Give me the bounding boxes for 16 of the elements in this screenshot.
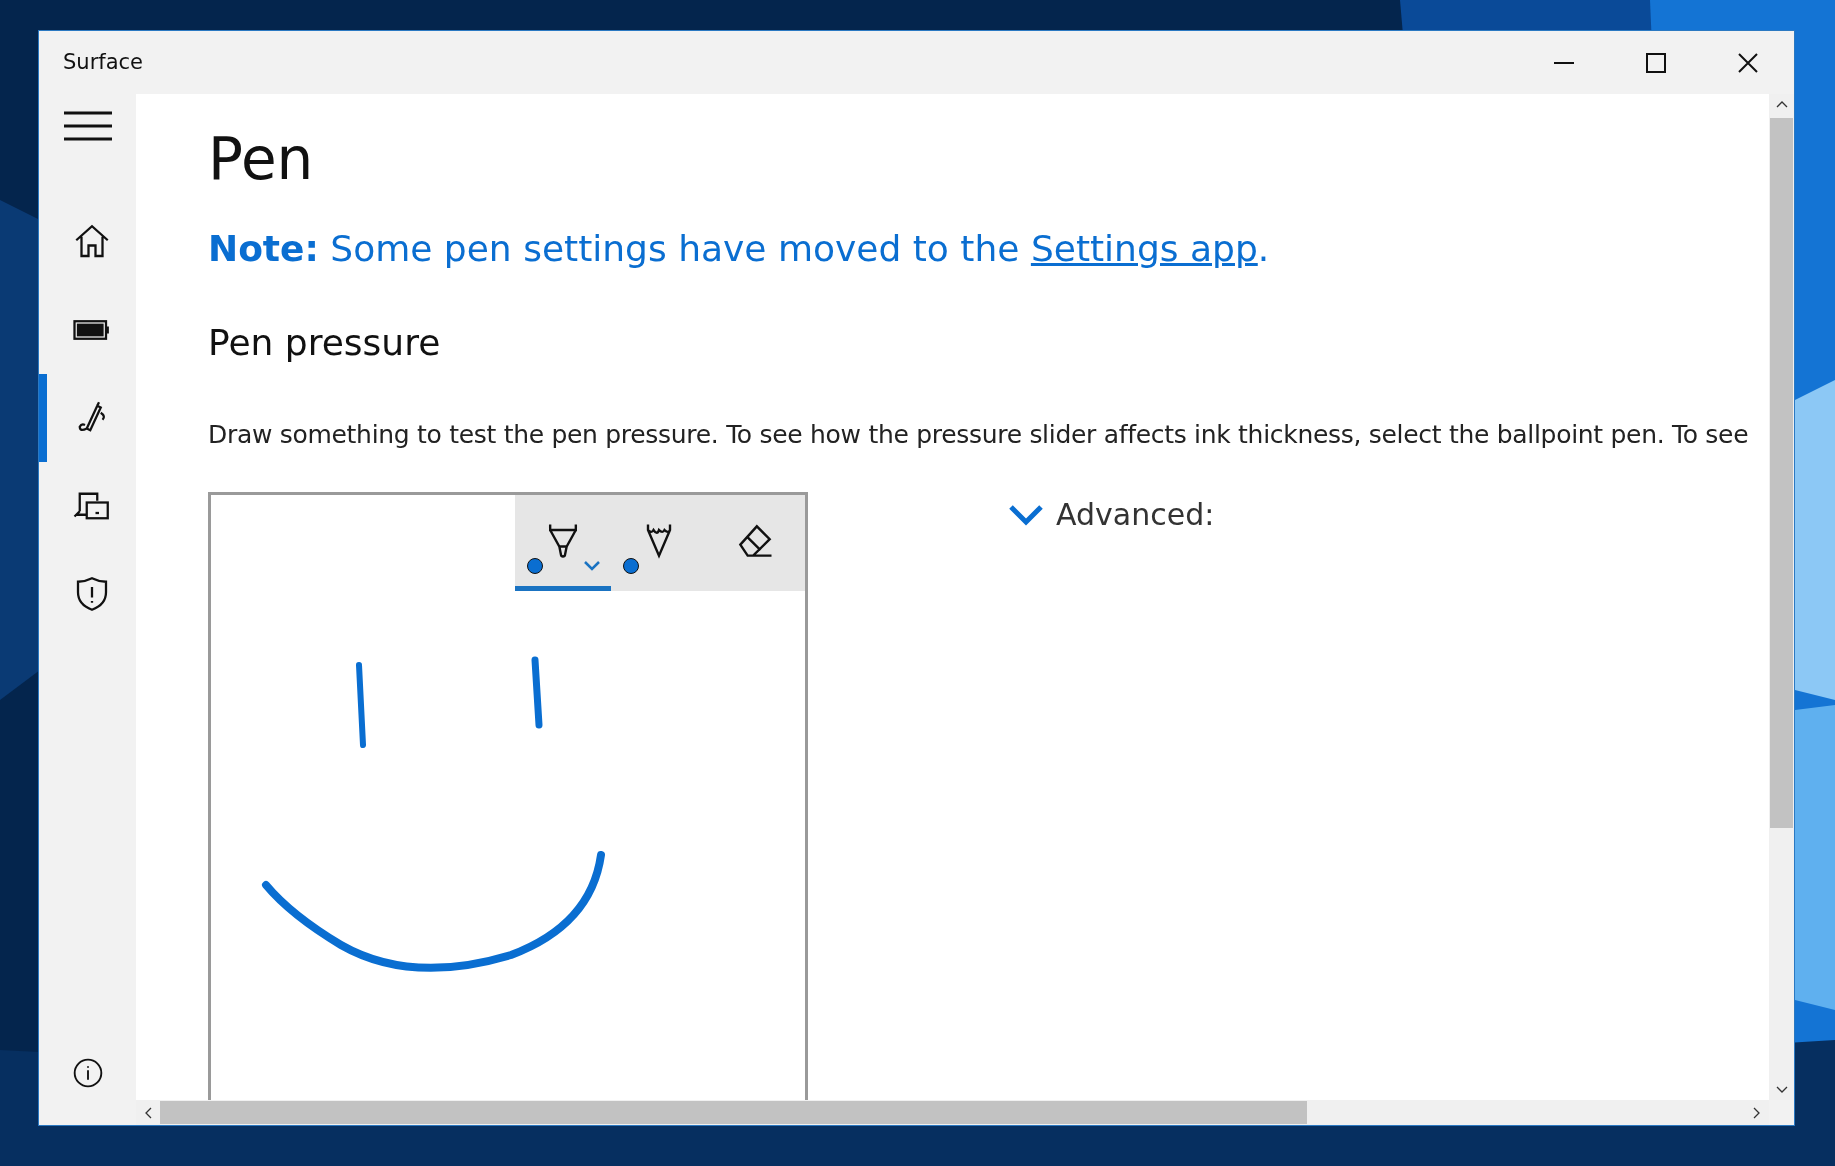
maximize-icon bbox=[1645, 51, 1667, 74]
settings-note: Note: Some pen settings have moved to the Settings app. bbox=[208, 227, 1271, 271]
settings-app-link[interactable]: Settings app bbox=[1030, 228, 1258, 269]
section-heading: Pen pressure bbox=[208, 321, 442, 365]
window-title: Surface bbox=[63, 48, 143, 76]
menu-icon bbox=[63, 111, 112, 141]
chevron-icon bbox=[1008, 502, 1044, 527]
scrollbar-thumb[interactable] bbox=[160, 1101, 1307, 1124]
minimize-icon bbox=[1553, 61, 1575, 64]
advanced-toggle[interactable]: Advanced: bbox=[1008, 492, 1215, 537]
description-text: Draw something to test the pen pressure. To see how the pressure slider affects ink thickness, select the ballpoint pen. To see bbox=[208, 419, 1750, 451]
chevron-icon bbox=[583, 560, 601, 572]
info-icon bbox=[71, 1057, 104, 1089]
scrollbar-thumb[interactable] bbox=[1770, 118, 1793, 828]
page-title: Pen bbox=[208, 124, 315, 194]
close-icon bbox=[1737, 51, 1759, 74]
